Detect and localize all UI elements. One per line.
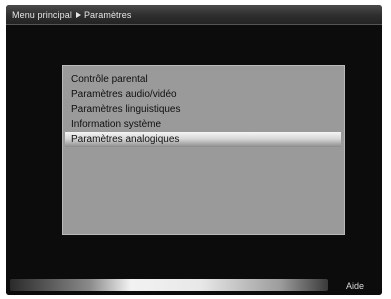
settings-menu-panel: Contrôle parental Paramètres audio/vidéo… bbox=[62, 65, 345, 235]
breadcrumb-parent[interactable]: Menu principal bbox=[12, 10, 72, 20]
menu-item-analog-settings[interactable]: Paramètres analogiques bbox=[65, 132, 341, 147]
footer-bar: Aide bbox=[6, 277, 382, 295]
tv-screen: Menu principal Paramètres Contrôle paren… bbox=[6, 5, 382, 295]
footer-gradient-bar bbox=[10, 279, 328, 291]
breadcrumb-current: Paramètres bbox=[83, 9, 132, 20]
menu-item-parental-control[interactable]: Contrôle parental bbox=[65, 72, 341, 87]
menu-item-system-information[interactable]: Information système bbox=[65, 117, 341, 132]
settings-menu-list: Contrôle parental Paramètres audio/vidéo… bbox=[65, 72, 341, 147]
help-button[interactable]: Aide bbox=[328, 277, 382, 295]
breadcrumb: Menu principal Paramètres bbox=[6, 5, 382, 25]
menu-item-language-settings[interactable]: Paramètres linguistiques bbox=[65, 102, 341, 117]
menu-item-audio-video-settings[interactable]: Paramètres audio/vidéo bbox=[65, 87, 341, 102]
right-arrow-icon bbox=[75, 11, 81, 18]
